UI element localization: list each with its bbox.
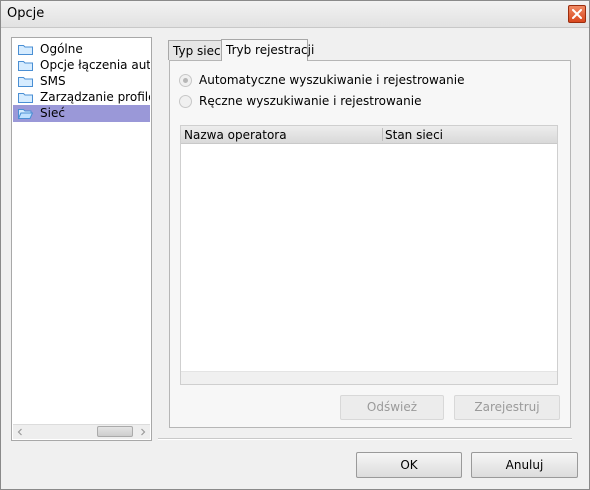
footer-divider-highlight <box>158 439 572 440</box>
manual-registration-option[interactable]: Ręczne wyszukiwanie i rejestrowanie <box>179 94 439 110</box>
cancel-button[interactable]: Anuluj <box>471 452 578 478</box>
tree-item-network[interactable]: Sieć <box>13 105 150 122</box>
tree-item-general[interactable]: Ogólne <box>13 41 150 58</box>
tree-horizontal-scrollbar[interactable] <box>13 424 150 439</box>
folder-icon <box>18 93 33 103</box>
tree-item-label: Sieć <box>40 106 65 120</box>
tree-item-connection-options[interactable]: Opcje łączenia autom <box>13 57 150 74</box>
tab-network-type[interactable]: Typ sieci <box>168 40 224 60</box>
operator-list[interactable]: Nazwa operatora Stan sieci <box>180 125 558 385</box>
tree-item-label: Ogólne <box>40 42 83 56</box>
options-tree: Ogólne Opcje łączenia autom SMS Zarządza… <box>11 37 152 441</box>
folder-icon <box>18 61 33 71</box>
title-bar[interactable]: Opcje <box>1 1 589 28</box>
options-dialog: Opcje Ogólne Opcje łączenia autom SMS <box>0 0 590 490</box>
scroll-right-icon[interactable] <box>139 428 147 436</box>
column-header-operator-name[interactable]: Nazwa operatora <box>184 128 287 142</box>
folder-icon <box>18 77 33 87</box>
tree-item-profile-management[interactable]: Zarządzanie profilem <box>13 89 150 106</box>
refresh-button[interactable]: Odśwież <box>340 395 444 420</box>
auto-registration-radio[interactable] <box>179 74 192 87</box>
operator-list-header: Nazwa operatora Stan sieci <box>181 126 557 144</box>
auto-registration-label: Automatyczne wyszukiwanie i rejestrowani… <box>199 73 465 87</box>
register-button[interactable]: Zarejestruj <box>454 395 560 420</box>
manual-registration-radio[interactable] <box>179 95 192 108</box>
manual-registration-label: Ręczne wyszukiwanie i rejestrowanie <box>199 94 422 108</box>
tree-item-sms[interactable]: SMS <box>13 73 150 90</box>
scroll-left-icon[interactable] <box>16 428 24 436</box>
folder-icon <box>18 45 33 55</box>
operator-list-footer <box>181 371 557 384</box>
tab-registration-mode[interactable]: Tryb rejestracji <box>221 39 314 61</box>
tree-item-label: SMS <box>40 74 66 88</box>
window-title: Opcje <box>7 6 45 21</box>
open-folder-icon <box>18 109 33 119</box>
column-header-network-status[interactable]: Stan sieci <box>385 128 443 142</box>
tab-label: Tryb rejestracji <box>226 43 315 57</box>
column-divider[interactable] <box>382 128 383 141</box>
scrollbar-thumb[interactable] <box>97 426 133 437</box>
ok-button[interactable]: OK <box>356 452 462 478</box>
tree-item-label: Opcje łączenia autom <box>40 58 150 72</box>
tree-item-label: Zarządzanie profilem <box>40 90 150 104</box>
auto-registration-option[interactable]: Automatyczne wyszukiwanie i rejestrowani… <box>179 73 464 89</box>
close-button[interactable] <box>568 5 586 23</box>
tab-label: Typ sieci <box>173 44 224 58</box>
close-icon <box>572 9 582 19</box>
